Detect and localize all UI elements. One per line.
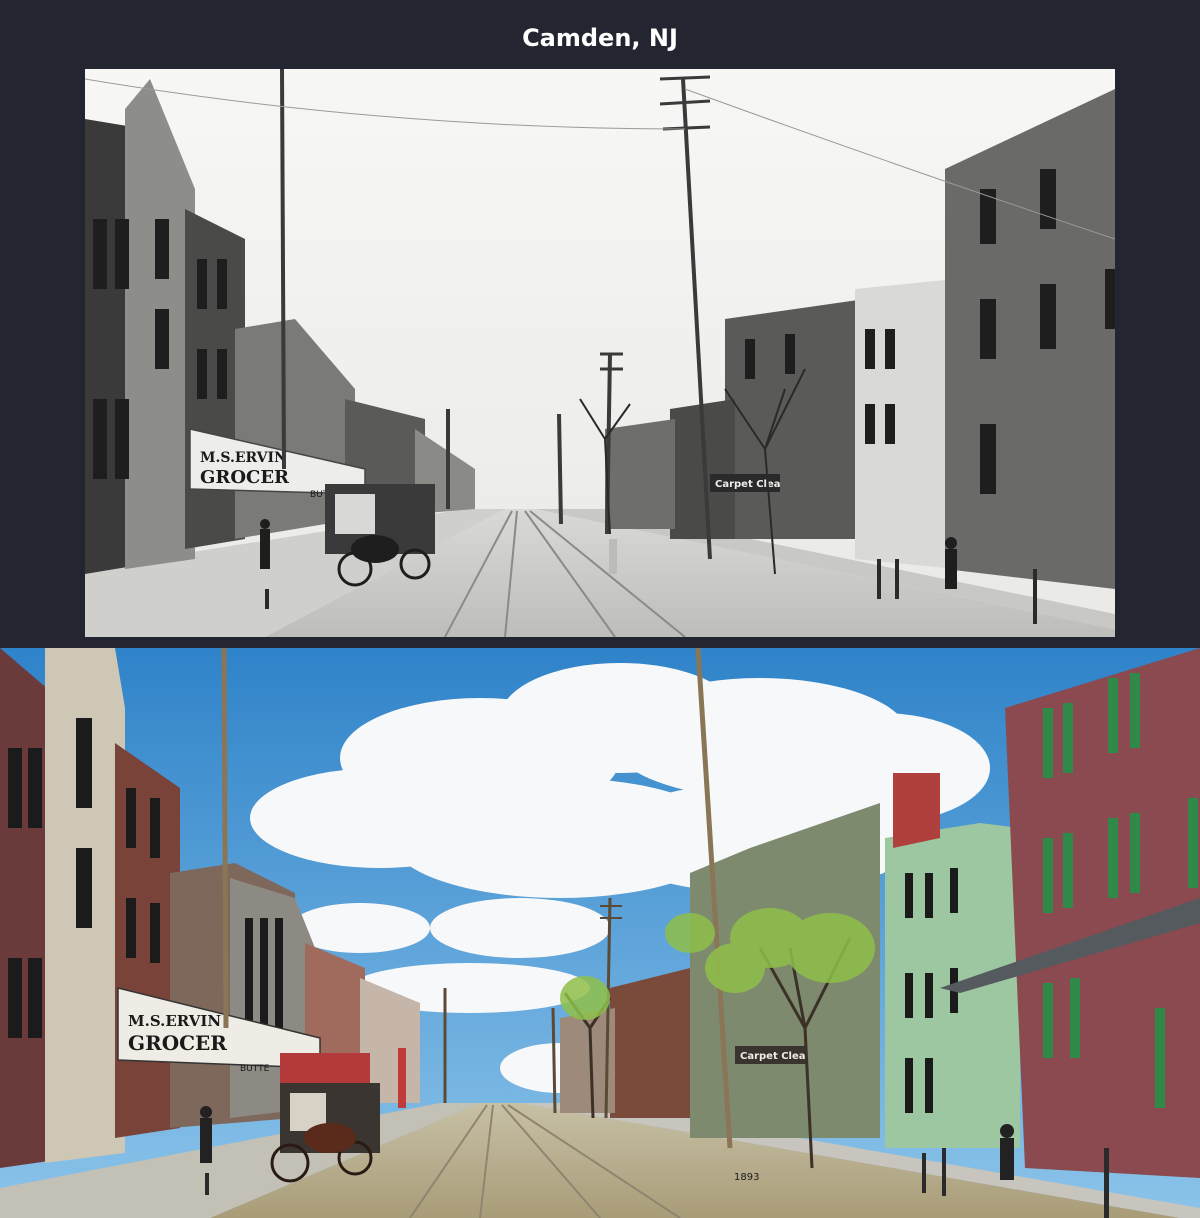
carpet-sign: Carpet Clea [715, 479, 781, 490]
color-street-scene: M.S.ERVIN GROCER BUTTE Carpet Clea [0, 648, 1200, 1218]
page-title: Camden, NJ [522, 24, 678, 52]
grocer-sign-word: GROCER [200, 467, 290, 488]
colorized-photo: M.S.ERVIN GROCER BUTTE Carpet Clea 1893 [0, 648, 1200, 1218]
year-caption: 1893 [734, 1172, 760, 1183]
carpet-sign-color: Carpet Clea [740, 1051, 806, 1062]
historical-photo-bw: M.S.ERVIN GROCER BUTTE Carpet Clea [85, 69, 1115, 637]
grocer-sign-name: M.S.ERVIN [200, 450, 287, 466]
butter-sign-color: BUTTE [240, 1064, 270, 1074]
grocer-sign-name-color: M.S.ERVIN [128, 1012, 221, 1030]
grocer-sign-word-color: GROCER [128, 1031, 227, 1055]
bw-street-scene: M.S.ERVIN GROCER BUTTE Carpet Clea [85, 69, 1115, 637]
